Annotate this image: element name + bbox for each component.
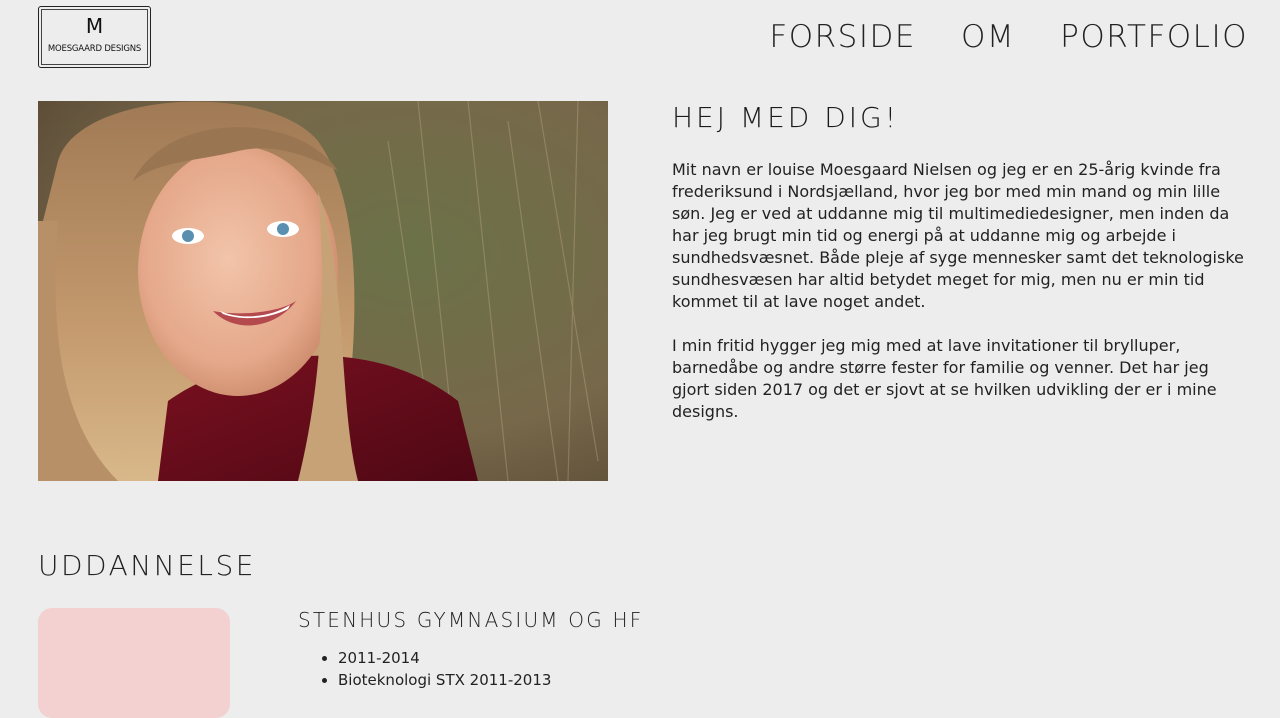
education-detail: 2011-2014 [338,647,643,669]
education-thumbnail [38,608,230,718]
intro-section: HEJ MED DIG! Mit navn er louise Moesgaar… [672,101,1247,445]
intro-paragraph-1: Mit navn er louise Moesgaard Nielsen og … [672,160,1244,311]
intro-heading: HEJ MED DIG! [672,101,899,134]
nav-portfolio[interactable]: PORTFOLIO [1060,18,1248,56]
education-details: 2011-2014 Bioteknologi STX 2011-2013 [298,647,643,691]
nav-forside[interactable]: FORSIDE [769,18,916,56]
education-item: STENHUS GYMNASIUM OG HF 2011-2014 Biotek… [298,607,643,691]
profile-photo [38,101,608,481]
logo-mark: M [85,14,104,38]
nav-om[interactable]: OM [961,18,1015,56]
logo-text: MOESGAARD DESIGNS [47,44,142,54]
logo[interactable]: M MOESGAARD DESIGNS [38,6,151,68]
intro-paragraph-2: I min fritid hygger jeg mig med at lave … [672,336,1217,421]
education-school: STENHUS GYMNASIUM OG HF [298,608,644,632]
education-title: UDDANNELSE [38,549,256,582]
main-nav: FORSIDE OM PORTFOLIO [769,18,1248,56]
